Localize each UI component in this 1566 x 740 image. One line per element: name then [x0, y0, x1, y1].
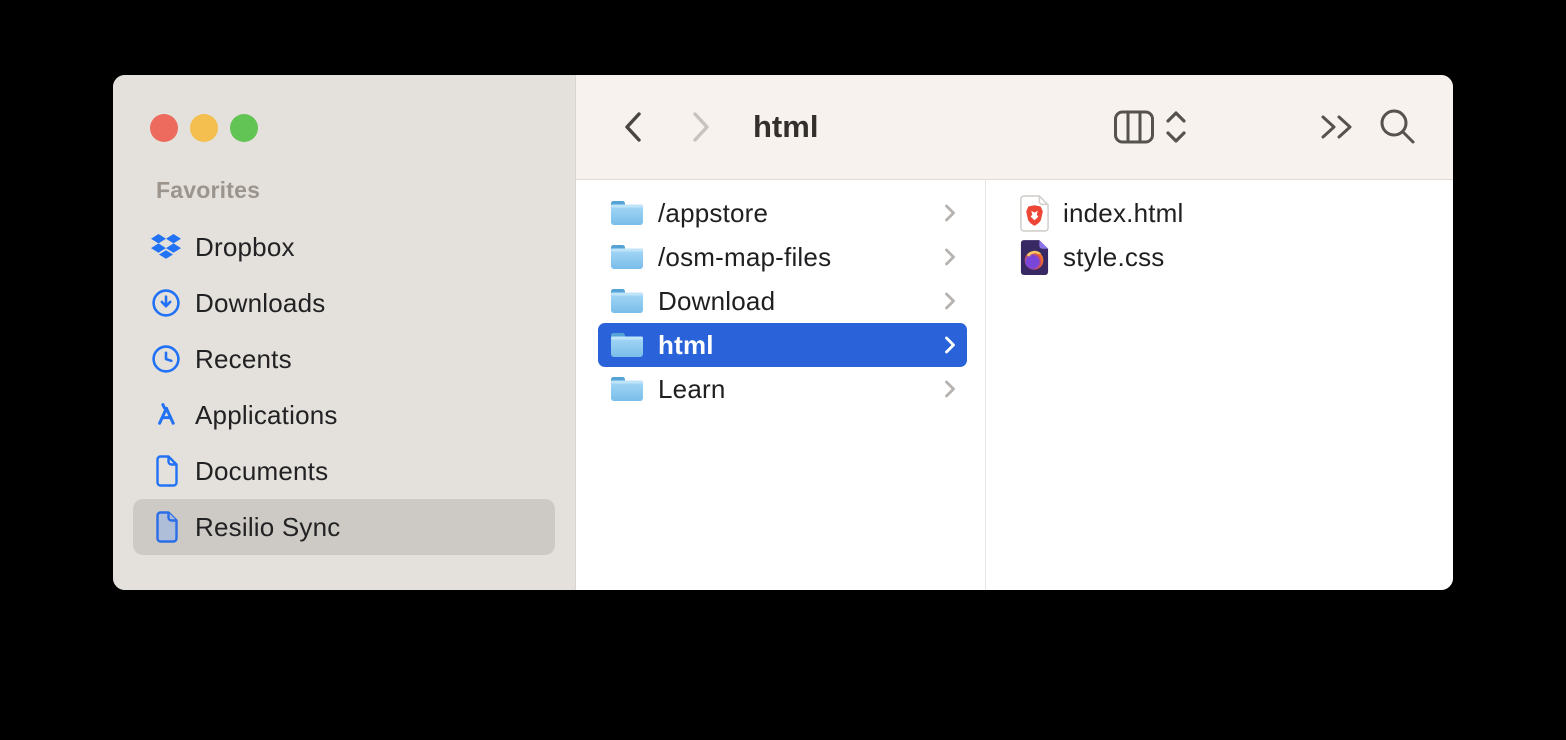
- sidebar-item-resilio-sync[interactable]: Resilio Sync: [133, 499, 555, 555]
- files-column: index.html style.css: [986, 180, 1453, 590]
- brave-html-file-icon: [1017, 193, 1051, 233]
- clock-icon: [150, 343, 182, 375]
- file-label: style.css: [1063, 242, 1164, 273]
- folder-icon: [609, 286, 645, 316]
- folder-label: Download: [658, 286, 943, 317]
- column-view-button[interactable]: [1113, 109, 1155, 145]
- sidebar-section-label-clipped: iCloud: [156, 587, 228, 590]
- folder-row-download[interactable]: Download: [598, 279, 967, 323]
- zoom-button[interactable]: [230, 114, 258, 142]
- folder-label: /appstore: [658, 198, 943, 229]
- file-row-index-html[interactable]: index.html: [986, 191, 1453, 235]
- sidebar-item-downloads[interactable]: Downloads: [133, 275, 555, 331]
- firefox-css-file-icon: [1017, 237, 1051, 277]
- forward-button[interactable]: [683, 105, 719, 149]
- dropbox-icon: [150, 231, 182, 263]
- folder-label: html: [658, 330, 943, 361]
- folder-row-osm-map-files[interactable]: /osm-map-files: [598, 235, 967, 279]
- file-row-style-css[interactable]: style.css: [986, 235, 1453, 279]
- sidebar-item-label: Applications: [195, 400, 338, 431]
- search-icon: [1376, 105, 1420, 149]
- folder-icon: [609, 242, 645, 272]
- file-label: index.html: [1063, 198, 1184, 229]
- folder-row-html[interactable]: html: [598, 323, 967, 367]
- folder-icon: [609, 330, 645, 360]
- sidebar-item-label: Recents: [195, 344, 292, 375]
- document-icon: [150, 455, 182, 487]
- folders-column: /appstore /osm-: [576, 180, 986, 590]
- folder-row-learn[interactable]: Learn: [598, 367, 967, 411]
- sidebar: Favorites Dropbox: [113, 75, 575, 590]
- document-filled-icon: [150, 511, 182, 543]
- minimize-button[interactable]: [190, 114, 218, 142]
- sidebar-section-label: Favorites: [156, 177, 260, 204]
- chevron-right-icon: [943, 333, 957, 357]
- appstore-icon: [150, 399, 182, 431]
- folder-label: /osm-map-files: [658, 242, 943, 273]
- folder-icon: [609, 198, 645, 228]
- sidebar-item-documents[interactable]: Documents: [133, 443, 555, 499]
- sidebar-item-label: Documents: [195, 456, 328, 487]
- folder-icon: [609, 374, 645, 404]
- sidebar-item-label: Downloads: [195, 288, 325, 319]
- sidebar-item-label: Dropbox: [195, 232, 295, 263]
- chevron-right-icon: [943, 289, 957, 313]
- back-button[interactable]: [615, 105, 651, 149]
- chevron-left-icon: [621, 107, 645, 147]
- chevron-right-icon: [943, 377, 957, 401]
- view-options-button[interactable]: [1162, 105, 1190, 149]
- traffic-lights: [150, 114, 258, 142]
- more-toolbar-items-button[interactable]: [1315, 107, 1359, 147]
- main-area: html: [575, 75, 1453, 590]
- chevron-right-icon: [689, 107, 713, 147]
- search-button[interactable]: [1375, 104, 1421, 150]
- column-view-icon: [1113, 109, 1155, 145]
- sidebar-items: Dropbox Downloads: [113, 219, 575, 555]
- folder-row-appstore[interactable]: /appstore: [598, 191, 967, 235]
- column-view: /appstore /osm-: [576, 180, 1453, 590]
- close-button[interactable]: [150, 114, 178, 142]
- sidebar-item-label: Resilio Sync: [195, 512, 340, 543]
- download-circle-icon: [150, 287, 182, 319]
- folder-label: Learn: [658, 374, 943, 405]
- sidebar-item-dropbox[interactable]: Dropbox: [133, 219, 555, 275]
- chevron-right-icon: [943, 201, 957, 225]
- sidebar-item-applications[interactable]: Applications: [133, 387, 555, 443]
- chevron-right-icon: [943, 245, 957, 269]
- sidebar-item-recents[interactable]: Recents: [133, 331, 555, 387]
- double-chevron-right-icon: [1315, 107, 1359, 147]
- toolbar-title: html: [753, 109, 818, 145]
- finder-window: Favorites Dropbox: [113, 75, 1453, 590]
- toolbar: html: [576, 75, 1453, 180]
- chevron-up-down-icon: [1162, 105, 1190, 149]
